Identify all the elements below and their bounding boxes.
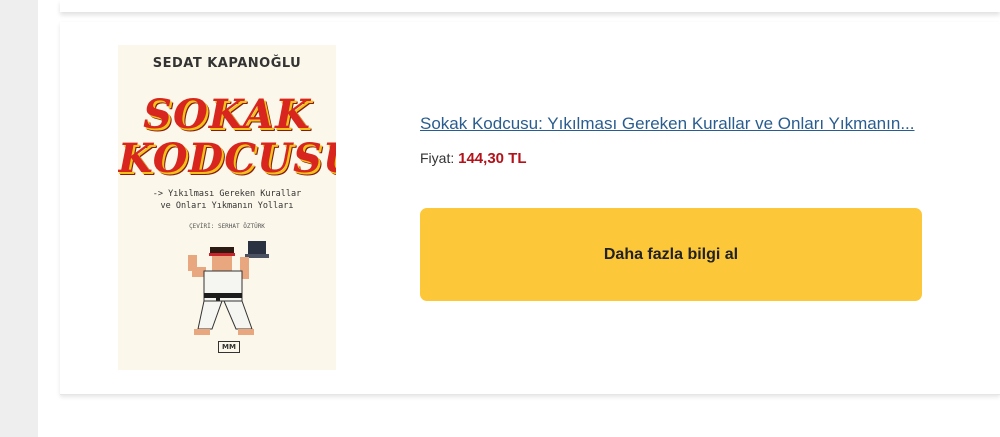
publisher-logo: MM [218,341,240,353]
book-cover-image[interactable]: SEDAT KAPANOĞLU SOKAK KODCUSU -> Yıkılma… [118,45,336,370]
more-info-button[interactable]: Daha fazla bilgi al [420,208,922,301]
price-row: Fiyat: 144,30 TL [420,150,527,167]
cover-title-line2: KODCUSU [118,135,336,182]
cover-subtitle: -> Yıkılması Gereken Kurallar ve Onları … [118,188,336,212]
cover-subtitle-line1: -> Yıkılması Gereken Kurallar [152,189,302,199]
cover-translator: ÇEVİRİ: SERHAT ÖZTÜRK [189,223,265,230]
previous-card-edge [60,0,1000,12]
karate-fighter-illustration [188,241,269,335]
product-title-link[interactable]: Sokak Kodcusu: Yıkılması Gereken Kuralla… [420,114,915,134]
price-value: 144,30 TL [458,150,527,167]
more-info-button-label: Daha fazla bilgi al [603,245,739,263]
cover-title-line1: SOKAK [143,91,311,138]
cover-subtitle-line2: ve Onları Yıkmanın Yolları [160,201,294,211]
left-rail [0,0,38,437]
cover-author: SEDAT KAPANOĞLU [152,56,302,71]
price-label: Fiyat: [420,150,455,166]
